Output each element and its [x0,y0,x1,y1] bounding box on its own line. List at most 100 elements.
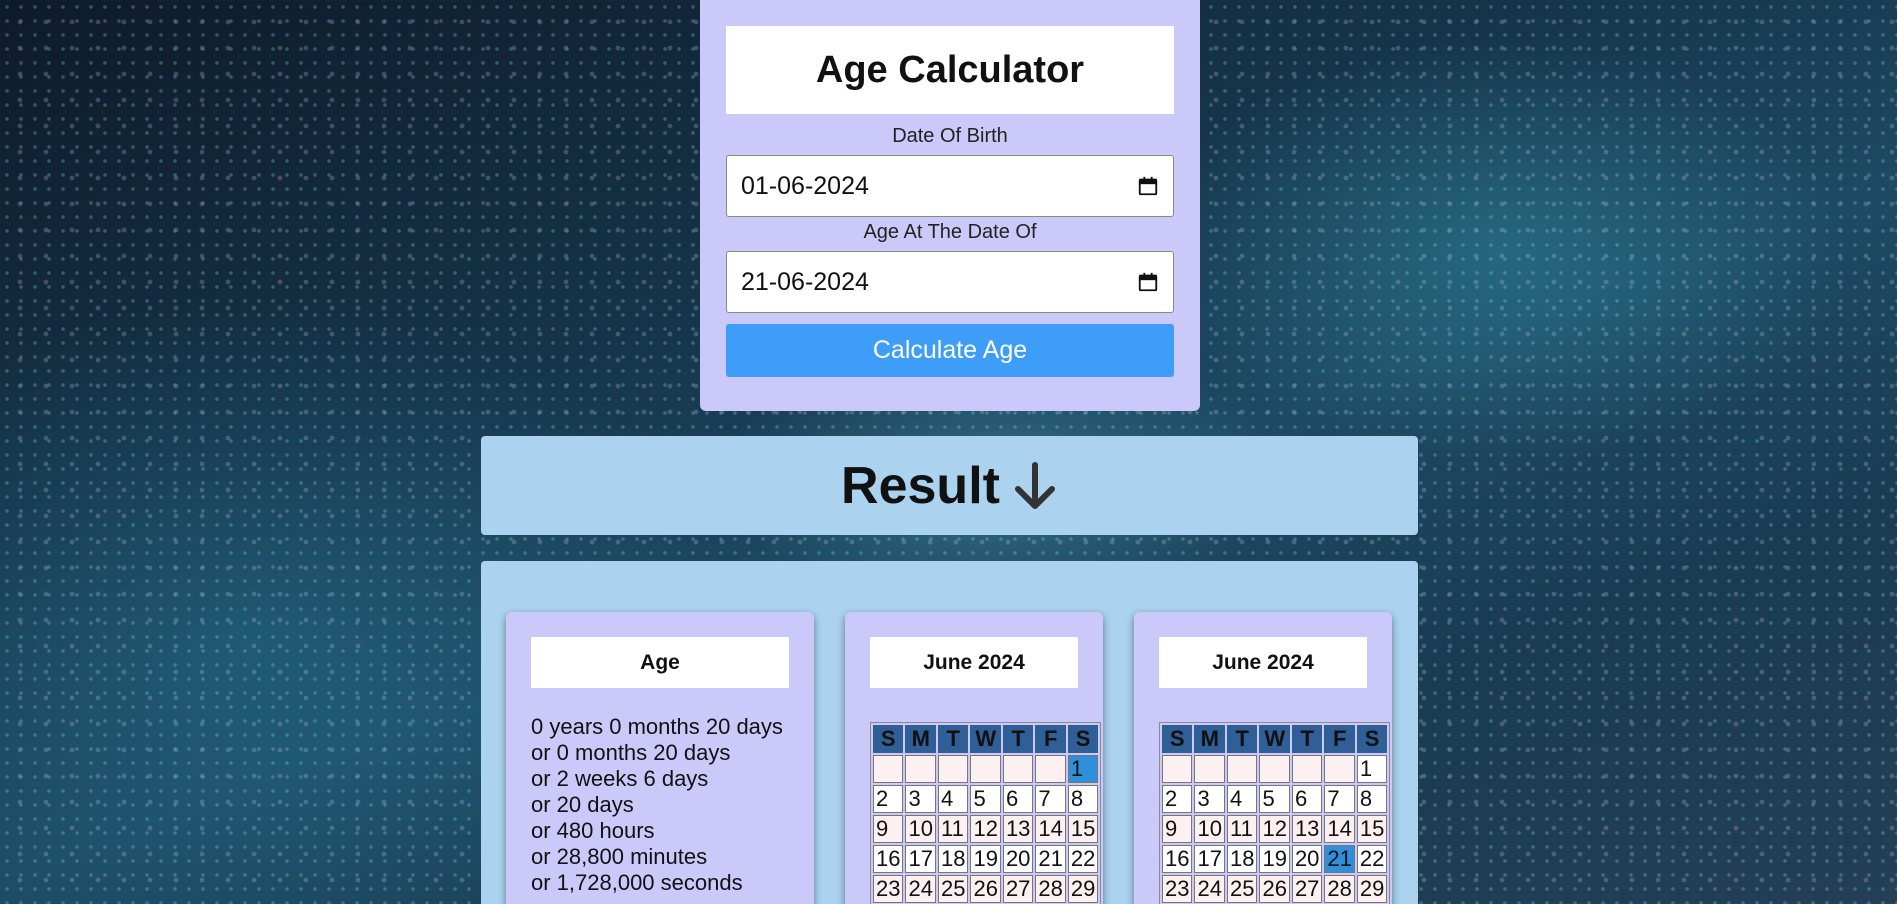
calendar-day: 2 [873,785,904,813]
result-heading: Result [841,456,1000,515]
calendar-weekday: F [1324,725,1355,753]
calendar-day: 4 [937,785,969,813]
calendar-day: 14 [1324,815,1355,843]
calendar-empty-cell [937,755,969,783]
calendar-day: 27 [1002,875,1034,903]
calendar-week-row: 9 10 11 12 13 14 15 [873,815,1099,843]
result-header: Result [481,436,1418,535]
calendar-day: 4 [1226,785,1258,813]
calendar-day: 6 [1291,785,1323,813]
calendar-day: 3 [905,785,936,813]
age-line: or 20 days [531,792,634,817]
age-card-title: Age [531,637,789,688]
calendar-day: 26 [1259,875,1290,903]
calendar-day: 27 [1291,875,1323,903]
calendar-week-row: 23 24 25 26 27 28 29 [1162,875,1388,903]
calendar-empty-cell [1035,755,1066,783]
calendar-day: 28 [1035,875,1066,903]
calendar-day: 21 [1035,845,1066,873]
calendar-empty-cell [1002,755,1034,783]
calendar-day: 15 [1067,815,1099,843]
ref-date-input[interactable]: 21-06-2024 [726,251,1174,313]
calendar-day: 10 [905,815,936,843]
calendar-day: 23 [1162,875,1193,903]
age-line: or 1,728,000 seconds [531,870,743,895]
calendar-day: 13 [1291,815,1323,843]
calendar-day: 15 [1356,815,1388,843]
calendar-day: 16 [1162,845,1193,873]
calendar-day: 25 [937,875,969,903]
calendar-day: 26 [970,875,1001,903]
calendar-title: June 2024 [870,637,1078,688]
calendar-day: 8 [1067,785,1099,813]
calendar-table: S M T W T F S 1 2 3 4 5 6 7 8 9 10 11 12 13 14 15 16 17 18 19 20 21… [1159,722,1391,904]
calendar-week-row: 2345678 [873,785,1099,813]
calendar-day: 3 [1194,785,1225,813]
calendar-icon[interactable] [1137,175,1159,197]
age-line: or 28,800 minutes [531,844,708,869]
calendar-weekday: S [1356,725,1388,753]
calendar-empty-cell [1162,755,1193,783]
arrow-down-icon [1012,461,1058,511]
calendar-day: 16 [873,845,904,873]
calendar-weekday: S [1162,725,1193,753]
calendar-day: 18 [937,845,969,873]
calendar-empty-cell [1324,755,1355,783]
calendar-week-row: 9 10 11 12 13 14 15 [1162,815,1388,843]
age-line: or 0 months 20 days [531,740,731,765]
calendar-weekday: S [873,725,904,753]
calendar-day: 9 [873,815,904,843]
calendar-day: 20 [1002,845,1034,873]
calendar-week-row: 1 [873,755,1099,783]
calendar-day: 5 [1259,785,1290,813]
calendar-day: 22 [1067,845,1099,873]
calendar-day: 2 [1162,785,1193,813]
title-box: Age Calculator [726,26,1174,114]
dob-date-input[interactable]: 01-06-2024 [726,155,1174,217]
calendar-day: 9 [1162,815,1193,843]
calendar-day: 12 [970,815,1001,843]
calendar-week-row: 2345678 [1162,785,1388,813]
calendar-weekday: T [1226,725,1258,753]
calendar-weekday: S [1067,725,1099,753]
calendar-week-row: 1 [1162,755,1388,783]
age-line: or 480 hours [531,818,655,843]
calendar-icon[interactable] [1137,271,1159,293]
calendar-weekday: W [1259,725,1290,753]
calendar-week-row: 16 17 18 19 20 21 22 [873,845,1099,873]
calendar-day: 20 [1291,845,1323,873]
calendar-day: 21 [1324,845,1355,873]
calendar-title: June 2024 [1159,637,1367,688]
calendar-day: 11 [1226,815,1258,843]
calendar-day: 19 [1259,845,1290,873]
age-card: Age 0 years 0 months 20 days or 0 months… [506,612,814,904]
calendar-empty-cell [905,755,936,783]
calendar-weekday-row: SMTWTFS [1162,725,1388,753]
calendar-day: 7 [1324,785,1355,813]
ref-date-label: Age At The Date Of [863,221,1037,243]
age-lines: 0 years 0 months 20 days or 0 months 20 … [531,714,783,896]
calendar-day: 25 [1226,875,1258,903]
calendar-day: 24 [1194,875,1225,903]
calendar-day: 13 [1002,815,1034,843]
calendar-day: 18 [1226,845,1258,873]
calendar-empty-cell [970,755,1001,783]
calendar-weekday: W [970,725,1001,753]
birth-calendar-card: June 2024 S M T W T F S 1 2 3 4 5 6 7 8 9 10 11 12 13 14 15 16… [845,612,1103,904]
calculate-age-button[interactable]: Calculate Age [726,324,1174,377]
age-line: or 2 weeks 6 days [531,766,709,791]
calendar-day: 28 [1324,875,1355,903]
calendar-day: 29 [1067,875,1099,903]
calendar-day: 19 [970,845,1001,873]
page-title: Age Calculator [815,48,1085,91]
calendar-day: 7 [1035,785,1066,813]
calendar-day: 17 [1194,845,1225,873]
dob-value: 01-06-2024 [741,171,869,200]
calendar-day: 1 [1067,755,1099,783]
calendar-weekday: T [1002,725,1034,753]
age-line: 0 years 0 months 20 days [531,714,783,739]
ref-date-value: 21-06-2024 [741,267,869,296]
calculator-card: Age Calculator Date Of Birth 01-06-2024 … [700,0,1200,411]
calendar-empty-cell [1226,755,1258,783]
calendar-week-row: 16 17 18 19 20 21 22 [1162,845,1388,873]
